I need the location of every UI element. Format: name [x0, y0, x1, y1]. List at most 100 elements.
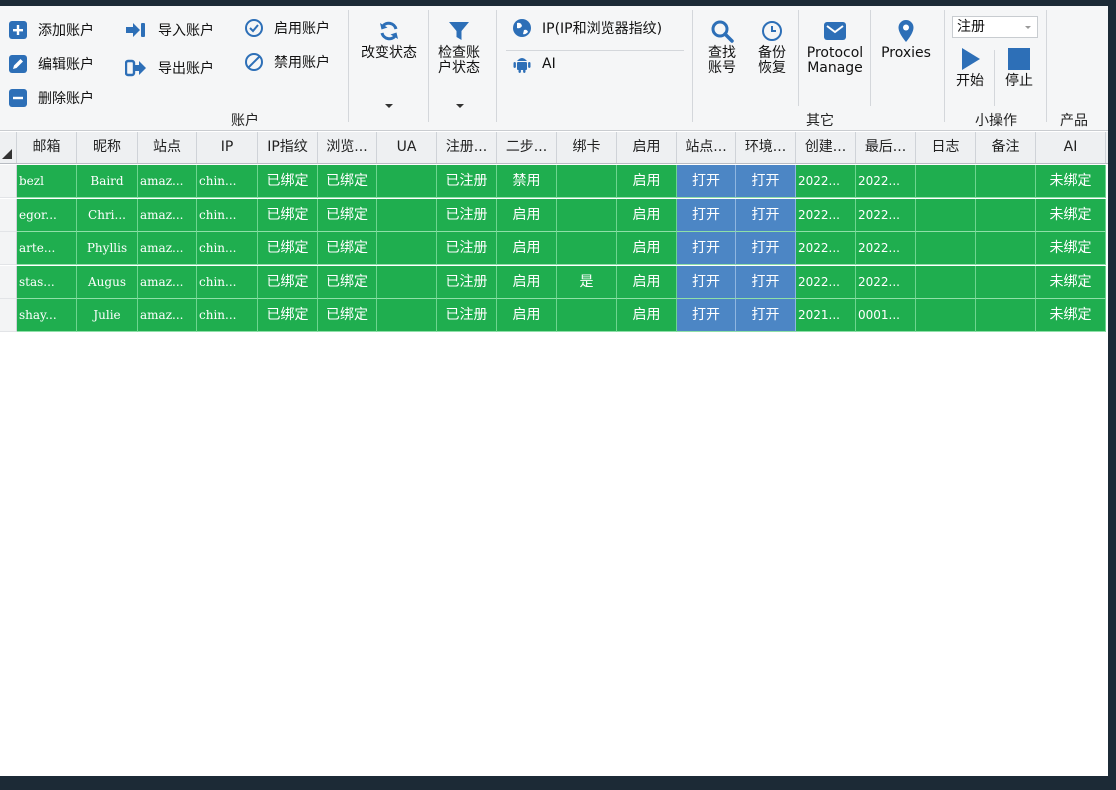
table-cell[interactable] — [557, 199, 617, 232]
table-cell[interactable] — [377, 199, 437, 232]
table-cell[interactable] — [557, 299, 617, 332]
table-cell[interactable] — [976, 299, 1036, 332]
table-cell[interactable]: chin... — [197, 232, 258, 265]
add-account-button[interactable]: 添加账户 — [8, 20, 94, 40]
column-header[interactable]: 启用 — [617, 132, 677, 163]
table-cell[interactable]: 启用 — [497, 199, 557, 232]
table-cell[interactable]: 未绑定 — [1036, 266, 1106, 299]
table-cell[interactable]: 已绑定 — [258, 299, 318, 332]
table-cell[interactable] — [976, 199, 1036, 232]
stop-button[interactable]: 停止 — [1000, 46, 1038, 89]
enable-account-button[interactable]: 启用账户 — [244, 18, 330, 38]
column-header[interactable]: 浏览... — [318, 132, 377, 163]
table-cell[interactable]: 已绑定 — [318, 165, 377, 198]
backup-restore-button[interactable]: 备份 恢复 — [750, 18, 794, 76]
column-header[interactable]: 二步... — [497, 132, 557, 163]
table-cell[interactable]: 已绑定 — [318, 199, 377, 232]
open-link-cell[interactable]: 打开 — [736, 199, 796, 232]
row-header[interactable] — [0, 199, 17, 232]
table-cell[interactable]: stas... — [17, 266, 77, 299]
table-cell[interactable] — [377, 299, 437, 332]
row-header[interactable] — [0, 232, 17, 265]
table-cell[interactable] — [976, 165, 1036, 198]
table-cell[interactable] — [916, 232, 976, 265]
column-header[interactable]: 备注 — [976, 132, 1036, 163]
open-link-cell[interactable]: 打开 — [736, 232, 796, 265]
table-cell[interactable]: 已绑定 — [258, 199, 318, 232]
table-cell[interactable]: egor... — [17, 199, 77, 232]
open-link-cell[interactable]: 打开 — [677, 299, 736, 332]
table-cell[interactable]: 已注册 — [437, 232, 497, 265]
row-header[interactable] — [0, 266, 17, 299]
table-cell[interactable]: 已注册 — [437, 165, 497, 198]
table-cell[interactable]: 未绑定 — [1036, 299, 1106, 332]
table-cell[interactable]: chin... — [197, 266, 258, 299]
table-cell[interactable] — [976, 232, 1036, 265]
open-link-cell[interactable]: 打开 — [736, 165, 796, 198]
delete-account-button[interactable]: 删除账户 — [8, 88, 94, 108]
table-cell[interactable]: Julie — [77, 299, 138, 332]
table-cell[interactable] — [916, 199, 976, 232]
open-link-cell[interactable]: 打开 — [677, 165, 736, 198]
table-cell[interactable]: amaz... — [138, 165, 197, 198]
table-cell[interactable]: 启用 — [497, 299, 557, 332]
table-cell[interactable]: 已绑定 — [318, 232, 377, 265]
table-cell[interactable]: Chri... — [77, 199, 138, 232]
row-header[interactable] — [0, 299, 17, 332]
table-cell[interactable] — [377, 165, 437, 198]
table-cell[interactable]: 2022... — [796, 165, 856, 198]
table-row[interactable]: stas... Augus amaz... chin... 已绑定 已绑定 已注册 启用是启用… — [0, 266, 1108, 299]
table-cell[interactable]: 启用 — [617, 199, 677, 232]
table-cell[interactable]: chin... — [197, 165, 258, 198]
open-link-cell[interactable]: 打开 — [736, 299, 796, 332]
column-header[interactable]: IP指纹 — [258, 132, 318, 163]
table-cell[interactable]: 2021... — [796, 299, 856, 332]
export-account-button[interactable]: 导出账户 — [124, 58, 214, 78]
table-cell[interactable]: 已注册 — [437, 199, 497, 232]
open-link-cell[interactable]: 打开 — [736, 266, 796, 299]
table-cell[interactable]: 2022... — [796, 266, 856, 299]
column-header[interactable]: 站点 — [138, 132, 197, 163]
table-cell[interactable]: 未绑定 — [1036, 199, 1106, 232]
table-cell[interactable]: 已绑定 — [258, 266, 318, 299]
table-cell[interactable]: 2022... — [856, 266, 916, 299]
table-row[interactable]: bezl Baird amaz... chin... 已绑定 已绑定 已注册 禁用 启用 打开 打开… — [0, 165, 1108, 198]
table-cell[interactable]: 已注册 — [437, 266, 497, 299]
table-cell[interactable] — [557, 232, 617, 265]
column-header[interactable]: 绑卡 — [557, 132, 617, 163]
table-cell[interactable]: amaz... — [138, 266, 197, 299]
column-header[interactable]: 环境... — [736, 132, 796, 163]
ai-button[interactable]: AI — [512, 54, 556, 74]
table-cell[interactable] — [377, 266, 437, 299]
table-cell[interactable]: 2022... — [796, 232, 856, 265]
table-cell[interactable]: chin... — [197, 199, 258, 232]
column-header[interactable]: 注册... — [437, 132, 497, 163]
import-account-button[interactable]: 导入账户 — [124, 20, 214, 40]
table-cell[interactable] — [916, 266, 976, 299]
table-cell[interactable]: 已绑定 — [318, 266, 377, 299]
table-cell[interactable]: 未绑定 — [1036, 232, 1106, 265]
table-cell[interactable] — [916, 299, 976, 332]
table-cell[interactable]: 2022... — [856, 232, 916, 265]
column-header[interactable]: 日志 — [916, 132, 976, 163]
table-cell[interactable]: 已注册 — [437, 299, 497, 332]
column-header[interactable]: AI — [1036, 132, 1106, 163]
table-row[interactable]: shay... Julie amaz... chin... 已绑定 已绑定 已注册 启用 启用打… — [0, 299, 1108, 332]
table-cell[interactable] — [976, 266, 1036, 299]
column-header[interactable]: 最后... — [856, 132, 916, 163]
find-account-button[interactable]: 查找 账号 — [700, 18, 744, 76]
table-cell[interactable]: 是 — [557, 266, 617, 299]
table-cell[interactable] — [916, 165, 976, 198]
table-cell[interactable]: Phyllis — [77, 232, 138, 265]
table-cell[interactable]: 启用 — [497, 232, 557, 265]
table-cell[interactable]: arte... — [17, 232, 77, 265]
table-cell[interactable]: 启用 — [617, 266, 677, 299]
start-button[interactable]: 开始 — [952, 46, 988, 89]
table-row[interactable]: egor... Chri... amaz... chin... 已绑定 已绑定 已注册 启用启… — [0, 199, 1108, 232]
table-cell[interactable]: bezl — [17, 165, 77, 198]
table-cell[interactable]: 启用 — [617, 232, 677, 265]
table-cell[interactable]: 已绑定 — [258, 165, 318, 198]
protocol-manage-button[interactable]: Protocol Manage — [802, 18, 868, 76]
table-cell[interactable]: amaz... — [138, 199, 197, 232]
mode-select[interactable]: 注册 — [952, 16, 1038, 38]
